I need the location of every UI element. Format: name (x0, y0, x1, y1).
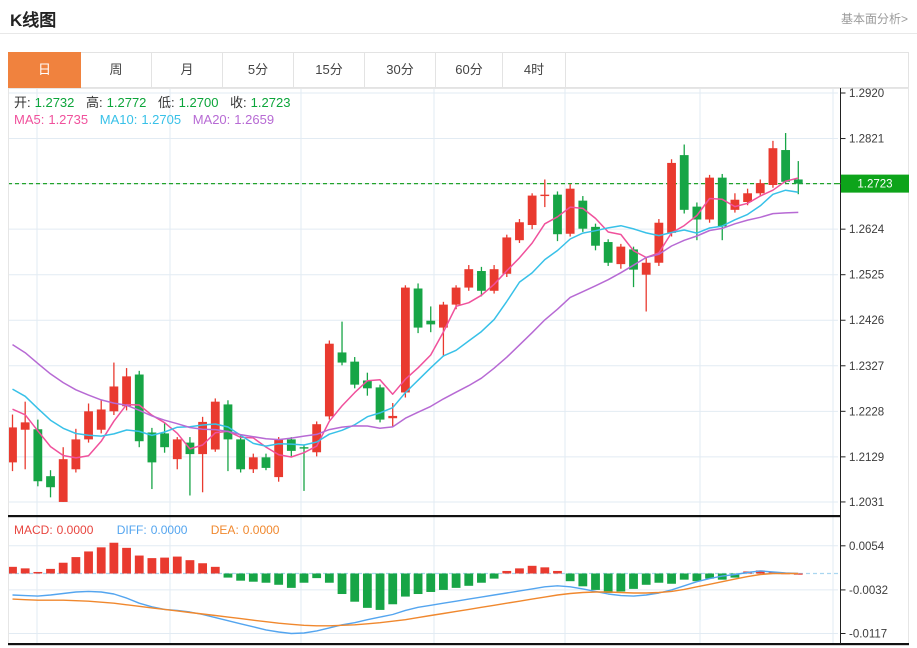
macd-layer (8, 542, 803, 635)
current-price-tag: 1.2723 (838, 174, 909, 193)
ma5-value: 1.2735 (48, 112, 89, 127)
ma20-label: MA20: (192, 112, 231, 127)
svg-text:1.2723: 1.2723 (857, 179, 892, 191)
close-value: 1.2723 (250, 95, 291, 110)
svg-text:1.2624: 1.2624 (849, 224, 885, 236)
grid-layer (8, 88, 838, 643)
svg-text:-0.0032: -0.0032 (849, 585, 888, 597)
macd-value: 0.0000 (56, 523, 94, 537)
ma5-label: MA5: (14, 112, 45, 127)
low-label: 低: (158, 95, 175, 110)
high-label: 高: (86, 95, 103, 110)
ma10-value: 1.2705 (141, 112, 182, 127)
svg-text:1.2327: 1.2327 (849, 361, 884, 373)
low-value: 1.2700 (178, 95, 219, 110)
close-label: 收: (230, 95, 247, 110)
ma10-label: MA10: (99, 112, 138, 127)
svg-text:1.2228: 1.2228 (849, 406, 884, 418)
svg-text:1.2525: 1.2525 (849, 270, 884, 282)
ma20-value: 1.2659 (234, 112, 275, 127)
svg-text:1.2426: 1.2426 (849, 315, 884, 327)
dea-label: DEA: (210, 523, 239, 537)
ma-legend: MA5: 1.2735 MA10: 1.2705 MA20: 1.2659 (14, 112, 282, 127)
dea-value: 0.0000 (242, 523, 280, 537)
svg-text:1.2920: 1.2920 (849, 88, 884, 100)
svg-text:0.0054: 0.0054 (849, 541, 885, 553)
macd-legend: MACD: 0.0000 DIFF: 0.0000 DEA: 0.0000 (14, 523, 299, 537)
high-value: 1.2772 (106, 95, 147, 110)
svg-text:1.2031: 1.2031 (849, 497, 884, 509)
open-value: 1.2732 (34, 95, 75, 110)
open-label: 开: (14, 95, 31, 110)
ohlc-legend: 开: 1.2732 高: 1.2772 低: 1.2700 收: 1.2723 (14, 92, 298, 111)
diff-label: DIFF: (116, 523, 147, 537)
svg-text:1.2821: 1.2821 (849, 134, 884, 146)
svg-text:-0.0117: -0.0117 (849, 628, 887, 640)
diff-value: 0.0000 (150, 523, 188, 537)
candles-layer (8, 133, 803, 502)
macd-label: MACD: (14, 523, 53, 537)
svg-text:1.2129: 1.2129 (849, 452, 884, 464)
